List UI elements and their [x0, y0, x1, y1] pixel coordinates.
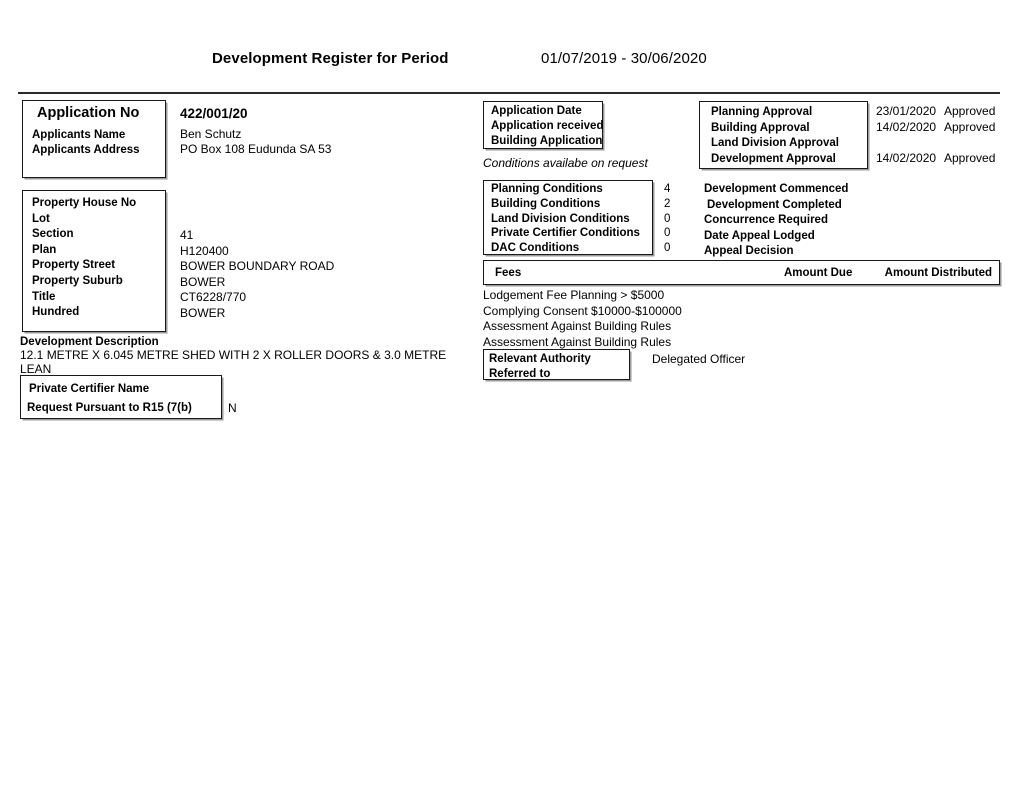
- fee-description: Assessment Against Building Rules: [483, 319, 672, 334]
- application-no-label: Application No: [37, 105, 140, 121]
- property-title-label: Title: [32, 290, 56, 303]
- development-completed-label: Development Completed: [707, 198, 842, 211]
- table-row: Complying Consent $10000-$100000 $114.00…: [483, 304, 1000, 320]
- fee-description: Complying Consent $10000-$100000: [483, 303, 682, 318]
- building-conditions-value: 2: [664, 197, 671, 210]
- property-section-value: 41: [180, 228, 194, 242]
- relevant-authority-label: Relevant Authority: [489, 353, 591, 365]
- private-certifier-conditions-label: Private Certifier Conditions: [491, 227, 640, 240]
- development-approval-label: Development Approval: [711, 152, 836, 165]
- property-house-no-label: Property House No: [32, 197, 137, 209]
- amount-distributed-column-header: Amount Distributed: [884, 267, 992, 279]
- approvals-status-list: Approved Approved Approved: [944, 104, 995, 166]
- application-no-value: 422/001/20: [180, 106, 248, 121]
- development-description-text-wrap: 12.1 METRE X 6.045 METRE SHED WITH 2 X R…: [20, 348, 450, 376]
- private-certifier-name-label: Private Certifier Name: [29, 383, 150, 395]
- conditions-values-list: 4 2 0 0 0: [664, 182, 670, 256]
- applicants-name-value: Ben Schutz: [180, 127, 242, 141]
- fees-table-body: Lodgement Fee Planning > $5000 $142.50 $…: [483, 288, 1000, 350]
- appeal-decision-label: Appeal Decision: [704, 245, 794, 258]
- property-suburb-value: BOWER: [180, 274, 226, 289]
- report-period: 01/07/2019 - 30/06/2020: [541, 50, 707, 67]
- application-date-label: Application Date: [491, 105, 582, 117]
- request-r15-label: Request Pursuant to R15 (7(b): [27, 402, 192, 414]
- development-register-page: Development Register for Period 01/07/20…: [0, 0, 1020, 788]
- land-division-approval-status: [944, 135, 995, 151]
- application-dates-labels: Application Date Application received Bu…: [491, 104, 603, 149]
- approvals-dates-list: 23/01/2020 14/02/2020 14/02/2020: [876, 104, 936, 166]
- applicants-address-value: PO Box 108 Eudunda SA 53: [180, 142, 332, 156]
- property-hundred-value: BOWER: [180, 305, 226, 320]
- planning-approval-date: 23/01/2020: [876, 104, 937, 118]
- development-approval-status: Approved: [944, 150, 996, 165]
- private-certifier-conditions-value: 0: [664, 227, 671, 240]
- dac-conditions-label: DAC Conditions: [491, 242, 580, 255]
- building-approval-label: Building Approval: [711, 121, 810, 134]
- property-suburb-label: Property Suburb: [32, 274, 123, 287]
- relevant-authority-value: Delegated Officer: [652, 352, 746, 366]
- property-hundred-label: Hundred: [32, 306, 80, 319]
- table-row: Assessment Against Building Rules $307.8…: [483, 319, 1000, 335]
- land-division-conditions-value: 0: [664, 212, 671, 225]
- development-commenced-label: Development Commenced: [704, 183, 849, 195]
- building-application-label: Building Application: [491, 135, 603, 147]
- conditions-labels-list: Planning Conditions Building Conditions …: [491, 182, 640, 256]
- property-plan-label: Plan: [32, 243, 57, 256]
- property-section-label: Section: [32, 228, 74, 241]
- land-division-conditions-label: Land Division Conditions: [491, 212, 630, 225]
- conditions-available-note: Conditions availabe on request: [483, 156, 648, 170]
- property-street-value: BOWER BOUNDARY ROAD: [180, 259, 335, 274]
- planning-approval-label: Planning Approval: [711, 106, 813, 118]
- development-approval-date: 14/02/2020: [876, 150, 937, 165]
- fees-column-header: Fees: [495, 267, 522, 279]
- property-street-label: Property Street: [32, 259, 116, 272]
- property-plan-value: H120400: [180, 243, 229, 258]
- building-conditions-label: Building Conditions: [491, 197, 601, 210]
- applicants-address-label: Applicants Address: [32, 144, 140, 156]
- table-row: Lodgement Fee Planning > $5000 $142.50 $…: [483, 288, 1000, 304]
- land-division-approval-label: Land Division Approval: [711, 137, 840, 150]
- development-description-text: 12.1 METRE X 6.045 METRE SHED WITH 2 X R…: [20, 348, 447, 376]
- referred-to-label: Referred to: [489, 368, 551, 380]
- planning-conditions-label: Planning Conditions: [491, 183, 603, 195]
- planning-conditions-value: 4: [664, 183, 671, 195]
- milestones-labels-list: Development Commenced Development Comple…: [704, 182, 848, 260]
- property-lot-label: Lot: [32, 212, 50, 225]
- property-labels-list: Property House No Lot Section Plan Prope…: [32, 196, 136, 321]
- fee-description: Assessment Against Building Rules: [483, 334, 672, 349]
- date-appeal-lodged-label: Date Appeal Lodged: [704, 229, 815, 242]
- approvals-labels-list: Planning Approval Building Approval Land…: [711, 105, 839, 167]
- property-values-list: 41 H120400 BOWER BOUNDARY ROAD BOWER CT6…: [180, 228, 334, 322]
- concurrence-required-label: Concurrence Required: [704, 214, 828, 227]
- applicants-name-label: Applicants Name: [32, 129, 126, 141]
- request-r15-value: N: [228, 401, 237, 415]
- header-divider: [18, 92, 1000, 94]
- land-division-approval-date: [876, 135, 936, 151]
- planning-approval-status: Approved: [944, 104, 996, 118]
- property-title-value: CT6228/770: [180, 290, 247, 305]
- building-approval-status: Approved: [944, 119, 996, 134]
- dac-conditions-value: 0: [664, 242, 671, 255]
- amount-due-column-header: Amount Due: [784, 267, 853, 279]
- fee-description: Lodgement Fee Planning > $5000: [483, 288, 665, 302]
- application-received-label: Application received: [491, 120, 604, 132]
- building-approval-date: 14/02/2020: [876, 119, 937, 134]
- page-title: Development Register for Period: [212, 50, 449, 67]
